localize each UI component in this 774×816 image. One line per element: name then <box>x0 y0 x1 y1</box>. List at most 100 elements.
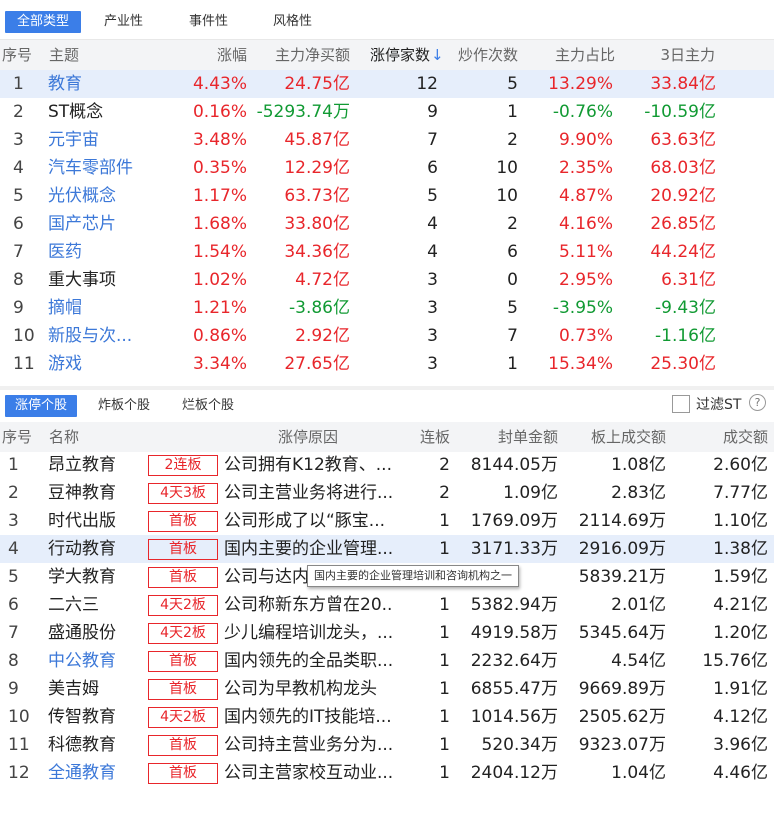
limit-up-reason[interactable]: 公司持主营业务分为... <box>224 731 394 759</box>
main-ratio-value: 4.87% <box>558 186 613 206</box>
theme-name[interactable]: 汽车零部件 <box>48 154 148 182</box>
limit-up-reason[interactable]: 公司称新东方曾在20... <box>224 591 394 619</box>
seal-amount: 6855.47万 <box>470 679 558 699</box>
stock-row[interactable]: 12 全通教育 首板 公司主营家校互动业... 1 2404.12万 1.04亿 4.46亿 <box>0 759 774 787</box>
theme-row[interactable]: 2 ST概念 0.16% -5293.74万 9 1 -0.76% -10.59亿 <box>0 98 774 126</box>
tab-all-types[interactable]: 全部类型 <box>5 11 82 33</box>
limit-up-reason[interactable]: 国内领先的IT技能培... <box>224 703 394 731</box>
theme-row[interactable]: 4 汽车零部件 0.35% 12.29亿 6 10 2.35% 68.03亿 <box>0 154 774 182</box>
theme-name[interactable]: 光伏概念 <box>48 182 148 210</box>
theme-name[interactable]: 元宇宙 <box>48 126 148 154</box>
theme-name[interactable]: 教育 <box>48 70 148 98</box>
tab-industry[interactable]: 产业性 <box>104 11 143 33</box>
stock-name[interactable]: 二六三 <box>48 591 144 619</box>
theme-row[interactable]: 6 国产芯片 1.68% 33.80亿 4 2 4.16% 26.85亿 <box>0 210 774 238</box>
col-main-ratio[interactable]: 主力占比 <box>530 40 615 70</box>
hype-count: 2 <box>507 130 518 150</box>
col-turnover[interactable]: 成交额 <box>690 422 768 452</box>
hype-count: 5 <box>507 74 518 94</box>
theme-name[interactable]: 国产芯片 <box>48 210 148 238</box>
stock-row[interactable]: 4 行动教育 首板 国内主要的企业管理... 1 3171.33万 2916.09万 1.38… <box>0 535 774 563</box>
stock-name[interactable]: 时代出版 <box>48 507 144 535</box>
theme-row[interactable]: 11 游戏 3.34% 27.65亿 3 1 15.34% 25.30亿 <box>0 350 774 378</box>
filter-st-label[interactable]: 过滤ST <box>696 395 741 415</box>
stock-row[interactable]: 9 美吉姆 首板 公司为早教机构龙头 1 6855.47万 9669.89万 1.91亿 <box>0 675 774 703</box>
theme-row[interactable]: 5 光伏概念 1.17% 63.73亿 5 10 4.87% 20.92亿 <box>0 182 774 210</box>
stock-name[interactable]: 学大教育 <box>48 563 144 591</box>
stock-name[interactable]: 全通教育 <box>48 759 144 787</box>
seal-amount: 4919.58万 <box>470 623 558 643</box>
consecutive-boards: 1 <box>439 539 450 559</box>
turnover: 4.21亿 <box>713 595 768 615</box>
stock-row[interactable]: 3 时代出版 首板 公司形成了以“豚宝... 1 1769.09万 2114.69万 1.10… <box>0 507 774 535</box>
limit-up-reason[interactable]: 公司主营业务将进行... <box>224 479 394 507</box>
col-name[interactable]: 名称 <box>49 422 109 452</box>
main-ratio-value: 13.29% <box>548 74 613 94</box>
stock-name[interactable]: 行动教育 <box>48 535 144 563</box>
three-day-value: -1.16亿 <box>655 326 716 346</box>
help-icon[interactable]: ? <box>749 394 766 411</box>
theme-row[interactable]: 9 摘帽 1.21% -3.86亿 3 5 -3.95% -9.43亿 <box>0 294 774 322</box>
theme-name[interactable]: 重大事项 <box>48 266 148 294</box>
consecutive-boards: 2 <box>439 483 450 503</box>
theme-row[interactable]: 1 教育 4.43% 24.75亿 12 5 13.29% 33.84亿 <box>0 70 774 98</box>
stock-row[interactable]: 10 传智教育 4天2板 国内领先的IT技能培... 1 1014.56万 2505.62万… <box>0 703 774 731</box>
stock-name[interactable]: 昂立教育 <box>48 451 144 479</box>
col-no[interactable]: 序号 <box>2 422 42 452</box>
col-change[interactable]: 涨幅 <box>175 40 247 70</box>
col-net-buy[interactable]: 主力净买额 <box>250 40 350 70</box>
stock-name[interactable]: 中公教育 <box>48 647 144 675</box>
col-limit-up[interactable]: 涨停家数 <box>350 40 430 70</box>
stock-row[interactable]: 11 科德教育 首板 公司持主营业务分为... 1 520.34万 9323.07万 3.96… <box>0 731 774 759</box>
three-day-value: 20.92亿 <box>650 186 716 206</box>
tab-event[interactable]: 事件性 <box>189 11 228 33</box>
limit-up-reason[interactable]: 公司形成了以“豚宝... <box>224 507 394 535</box>
row-no: 11 <box>8 735 30 755</box>
limit-up-reason[interactable]: 少儿编程培训龙头，... <box>224 619 394 647</box>
stock-row[interactable]: 1 昂立教育 2连板 公司拥有K12教育、... 2 8144.05万 1.08亿 2.60亿 <box>0 451 774 479</box>
theme-row[interactable]: 3 元宇宙 3.48% 45.87亿 7 2 9.90% 63.63亿 <box>0 126 774 154</box>
limit-up-reason[interactable]: 公司拥有K12教育、... <box>224 451 394 479</box>
limit-up-reason[interactable]: 公司为早教机构龙头 <box>224 675 394 703</box>
stock-row[interactable]: 2 豆神教育 4天3板 公司主营业务将进行... 2 1.09亿 2.83亿 7.77亿 <box>0 479 774 507</box>
theme-name[interactable]: ST概念 <box>48 98 148 126</box>
tab-broken-board-stocks[interactable]: 炸板个股 <box>98 395 150 417</box>
limit-up-reason[interactable]: 国内主要的企业管理... <box>224 535 394 563</box>
change-value: 4.43% <box>192 74 247 94</box>
limit-up-reason[interactable]: 国内领先的全品类职... <box>224 647 394 675</box>
stock-name[interactable]: 美吉姆 <box>48 675 144 703</box>
theme-row[interactable]: 7 医药 1.54% 34.36亿 4 6 5.11% 44.24亿 <box>0 238 774 266</box>
stock-name[interactable]: 豆神教育 <box>48 479 144 507</box>
stock-row[interactable]: 8 中公教育 首板 国内领先的全品类职... 1 2232.64万 4.54亿 15.76亿 <box>0 647 774 675</box>
stock-name[interactable]: 盛通股份 <box>48 619 144 647</box>
theme-row[interactable]: 10 新股与次... 0.86% 2.92亿 3 7 0.73% -1.16亿 <box>0 322 774 350</box>
theme-name[interactable]: 新股与次... <box>48 322 148 350</box>
limit-up-reason[interactable]: 公司主营家校互动业... <box>224 759 394 787</box>
board-badge: 4天2板 <box>148 595 218 616</box>
col-seal-amount[interactable]: 封单金额 <box>470 422 558 452</box>
col-no[interactable]: 序号 <box>2 40 42 70</box>
stock-row[interactable]: 7 盛通股份 4天2板 少儿编程培训龙头，... 1 4919.58万 5345.64万 1.… <box>0 619 774 647</box>
col-theme[interactable]: 主题 <box>49 40 109 70</box>
stock-row[interactable]: 6 二六三 4天2板 公司称新东方曾在20... 1 5382.94万 2.01亿 4.21亿 <box>0 591 774 619</box>
row-no: 2 <box>13 102 24 122</box>
three-day-value: -9.43亿 <box>655 298 716 318</box>
theme-name[interactable]: 游戏 <box>48 350 148 378</box>
filter-st-checkbox[interactable] <box>672 395 690 413</box>
stock-name[interactable]: 传智教育 <box>48 703 144 731</box>
hype-count: 1 <box>507 354 518 374</box>
col-on-board-turnover[interactable]: 板上成交额 <box>568 422 666 452</box>
theme-name[interactable]: 摘帽 <box>48 294 148 322</box>
theme-name[interactable]: 医药 <box>48 238 148 266</box>
col-three-day[interactable]: 3日主力 <box>625 40 715 70</box>
row-no: 11 <box>13 354 35 374</box>
tab-style[interactable]: 风格性 <box>273 11 312 33</box>
theme-row[interactable]: 8 重大事项 1.02% 4.72亿 3 0 2.95% 6.31亿 <box>0 266 774 294</box>
tab-limit-up-stocks[interactable]: 涨停个股 <box>5 395 78 417</box>
tab-weak-board-stocks[interactable]: 烂板个股 <box>182 395 234 417</box>
col-boards[interactable]: 连板 <box>400 422 450 452</box>
col-hype-count[interactable]: 炒作次数 <box>438 40 518 70</box>
main-ratio-value: 5.11% <box>558 242 613 262</box>
col-reason[interactable]: 涨停原因 <box>278 422 368 452</box>
stock-name[interactable]: 科德教育 <box>48 731 144 759</box>
